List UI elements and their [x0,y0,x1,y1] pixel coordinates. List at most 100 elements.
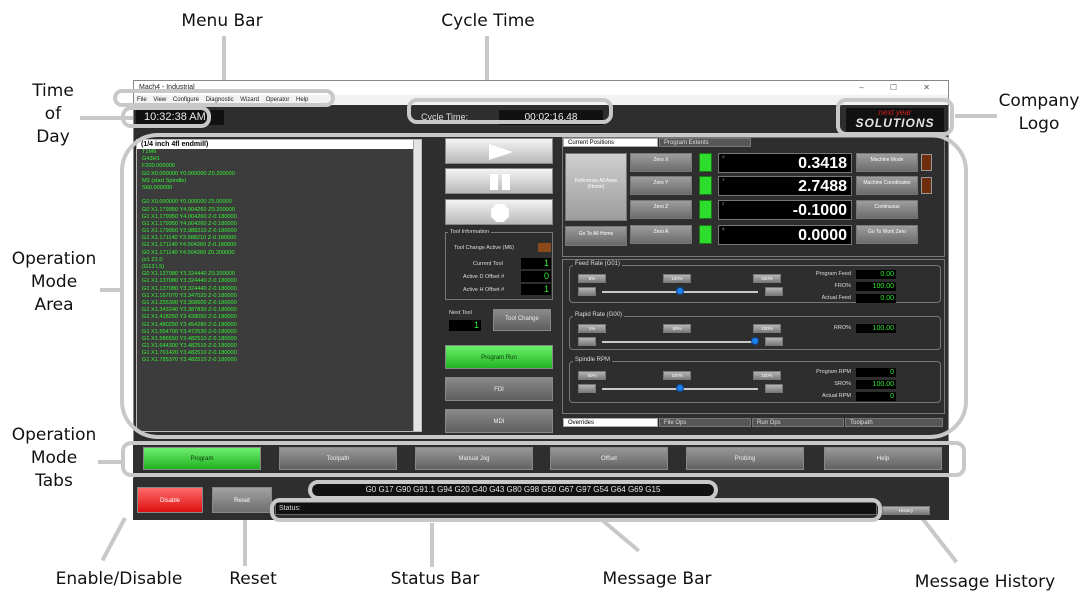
spindle-plus-button[interactable] [765,384,783,393]
feed-minus-button[interactable] [578,287,596,296]
fdi-button[interactable]: FDI [445,377,553,401]
spindle-max-button[interactable]: 150% [753,371,781,380]
current-tool-value: 1 [521,258,551,269]
tab-file-ops[interactable]: File Ops [659,418,751,427]
gcode-line: G1 X1.554700 Y3.472530 Z-0.180000 [142,328,237,335]
window-controls[interactable]: – ☐ ✕ [859,81,942,95]
menu-diagnostic[interactable]: Diagnostic [206,97,234,103]
pointer-line [920,516,959,564]
program-run-button[interactable]: Program Run [445,345,553,369]
spindle-min-button[interactable]: 50% [578,371,606,380]
axis-z-led [699,200,712,219]
menu-wizard[interactable]: Wizard [240,97,259,103]
feed-100-button[interactable]: 100% [663,274,691,283]
zero-z-button[interactable]: Zero Z [630,200,692,219]
tab-current-positions[interactable]: Current Positions [563,138,658,147]
axis-right-button[interactable]: Go To Work Zero [856,225,918,244]
zero-x-button[interactable]: Zero X [630,153,692,172]
gcode-scrollbar[interactable] [413,140,421,431]
rro-label: RRO% [833,325,851,331]
callout-line: of [44,103,62,124]
rapid-minus-button[interactable] [578,337,596,346]
gcode-line: G43H1 [142,156,160,163]
tool-change-button[interactable]: Tool Change [493,309,551,331]
feed-hold-button[interactable] [445,168,553,194]
gcode-panel[interactable]: (1/4 inch 4fl endmill) T1M6 G43H1 F200.000… [136,139,422,432]
dro-a[interactable]: 0.0000 [718,225,852,245]
rapid-rate-title: Rapid Rate (G00) [573,312,625,318]
tab-program[interactable]: Program [143,447,261,470]
spindle-100-button[interactable]: 100% [663,371,691,380]
next-tool-value[interactable]: 1 [449,320,481,331]
rapid-min-button[interactable]: 1% [578,324,606,333]
callout-company-logo: Company Logo [994,90,1084,136]
menu-file[interactable]: File [137,97,147,103]
spindle-slider-knob[interactable] [676,384,684,392]
pointer-line [600,518,641,553]
menu-operator[interactable]: Operator [266,97,290,103]
menu-view[interactable]: View [153,97,166,103]
rapid-max-button[interactable]: 100% [753,324,781,333]
tab-help[interactable]: Help [824,447,942,470]
spindle-minus-button[interactable] [578,384,596,393]
company-logo: next year SOLUTIONS [846,108,944,132]
feed-plus-button[interactable] [765,287,783,296]
play-icon [489,144,513,160]
callout-line: Mode [30,447,78,468]
tab-manual-jog[interactable]: Manual Jog [415,447,533,470]
cycle-start-button[interactable] [445,138,553,164]
tab-overrides[interactable]: Overrides [563,418,658,427]
d-offset-label: Active D Offset # [463,274,505,280]
gcode-line: G1 X1.418250 Y3.428050 Z-0.180000 [142,314,237,321]
tab-probing[interactable]: Probing [686,447,804,470]
gcode-line: F200.000000 [142,163,175,170]
reset-button[interactable]: Reset [212,487,272,513]
tab-toolpath[interactable]: Toolpath [279,447,397,470]
reference-all-button[interactable]: Reference All Axes (Home) [565,153,627,221]
menu-help[interactable]: Help [296,97,308,103]
dro-z[interactable]: -0.1000 [718,200,852,220]
axis-y-led [699,176,712,195]
tab-toolpath-small[interactable]: Toolpath [845,418,943,427]
status-indicator [921,177,932,194]
message-history-button[interactable]: History [882,506,930,515]
tab-offset[interactable]: Offset [550,447,668,470]
axis-right-button[interactable]: Continuous [856,200,918,219]
zero-y-button[interactable]: Zero Y [630,176,692,195]
pointer-line [100,288,124,292]
tab-program-extents[interactable]: Program Extents [659,138,751,147]
feed-min-button[interactable]: 5% [578,274,606,283]
gcode-line: G1 X1.171140 Y4.004260 Z-0.180000 [142,242,237,249]
stop-button[interactable] [445,199,553,225]
gcode-line: (s1 Z1.0 [142,256,163,263]
axis-right-button[interactable]: Machine Mode [856,153,918,172]
goto-home-button[interactable]: Go To All Home [565,226,627,246]
callout-line: Company [998,91,1080,111]
callout-line: Operation [11,249,97,269]
mdi-button[interactable]: MDI [445,409,553,433]
rapid-slider[interactable] [602,341,758,343]
enable-disable-button[interactable]: Disable [137,487,203,513]
tool-change-label: Tool Change Active (M6) [454,245,514,251]
dro-x[interactable]: 0.3418 [718,153,852,173]
rapid-plus-button[interactable] [765,337,783,346]
feed-slider-knob[interactable] [676,287,684,295]
callout-time-of-day: Time of Day [18,80,88,149]
dro-y[interactable]: 2.7488 [718,176,852,196]
time-of-day: 10:32:38 AM [136,110,224,125]
menu-configure[interactable]: Configure [173,97,199,103]
callout-message-history: Message History [914,572,1056,592]
gcode-line: G0 X1.179950 Y4.004260 Z0.200000 [142,206,235,213]
axis-right-button[interactable]: Machine Coordinates [856,176,918,195]
rapid-slider-knob[interactable] [751,337,759,345]
callout-cycle-time: Cycle Time [441,11,535,31]
menu-bar: File View Configure Diagnostic Wizard Op… [134,95,948,105]
status-label: Status: [279,505,301,512]
callout-status-bar: Status Bar [390,569,480,589]
program-feed-label: Program Feed [815,271,851,277]
zero-a-button[interactable]: Zero A [630,225,692,244]
callout-line: Operation [11,425,97,445]
rapid-50-button[interactable]: 50% [663,324,691,333]
feed-max-button[interactable]: 250% [753,274,781,283]
tab-run-ops[interactable]: Run Ops [752,418,844,427]
